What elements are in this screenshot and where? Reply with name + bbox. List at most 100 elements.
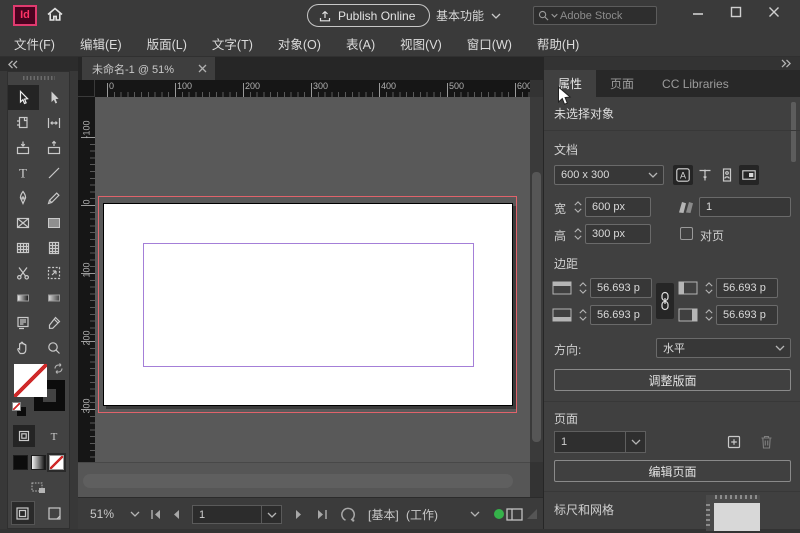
apply-gradient-button[interactable] [31,454,46,470]
panel-scrollbar-thumb[interactable] [791,102,796,162]
horizontal-scrollbar[interactable] [78,462,530,497]
gap-tool-button[interactable] [39,110,70,135]
horizontal-scrollbar-thumb[interactable] [83,474,513,488]
page-select-dropdown[interactable] [625,432,645,452]
text-direction-horizontal-button[interactable]: A [673,165,693,185]
height-field[interactable]: 300 px [585,224,651,244]
orientation-select[interactable]: 水平 [656,338,791,358]
rectangle-tool-button[interactable] [39,210,70,235]
edit-pages-button[interactable]: 编辑页面 [554,460,791,482]
document-tab[interactable]: 未命名-1 @ 51% [82,57,215,80]
tab-pages[interactable]: 页面 [596,70,648,97]
link-margins-button[interactable] [656,283,674,319]
zoom-level-value[interactable]: 51% [90,498,114,530]
view-preview-button[interactable] [43,501,67,525]
width-field[interactable]: 600 px [585,197,651,217]
ruler-origin-corner[interactable] [78,80,95,97]
height-stepper[interactable] [571,224,584,244]
content-collector-tool-button[interactable] [8,135,39,160]
menu-edit[interactable]: 编辑(E) [80,34,122,53]
menu-table[interactable]: 表(A) [346,34,375,53]
first-page-button[interactable] [150,498,162,530]
scissors-tool-button[interactable] [8,260,39,285]
menu-type[interactable]: 文字(T) [212,34,253,53]
margin-bottom-stepper[interactable] [576,305,589,325]
page-count-field[interactable]: 1 [699,197,791,217]
formatting-affects-text-button[interactable]: T [43,425,65,447]
type-tool-button[interactable]: T [8,160,39,185]
tab-close-icon[interactable] [198,64,207,73]
horizontal-ruler[interactable]: 0 100 200 300 400 500 600 [95,80,530,97]
resize-grip[interactable] [527,498,537,530]
page-select[interactable]: 1 [554,431,646,453]
gradient-swatch-tool-button[interactable] [8,285,39,310]
direct-selection-tool-button[interactable] [39,85,70,110]
page-number-field[interactable]: 1 [192,505,282,524]
status-dropdown[interactable] [470,498,480,530]
pen-tool-button[interactable] [8,185,39,210]
document-page[interactable] [103,203,513,406]
rulers-grids-icon[interactable] [704,493,762,533]
margin-left-field[interactable]: 56.693 p [716,278,778,298]
preflight-menu[interactable] [340,498,357,530]
horizontal-grid-tool-button[interactable] [8,235,39,260]
vertical-ruler[interactable]: -100 0 100 200 300 [78,97,95,462]
default-fill-stroke-icon[interactable] [12,402,28,418]
facing-pages-checkbox[interactable] [680,227,693,240]
menu-help[interactable]: 帮助(H) [537,34,579,53]
margin-top-stepper[interactable] [576,278,589,298]
tab-properties[interactable]: 属性 [544,70,597,97]
content-placer-tool-button[interactable] [39,135,70,160]
line-tool-button[interactable] [39,160,70,185]
delete-page-button[interactable] [756,432,776,452]
document-status-label[interactable]: (工作) [406,498,438,530]
next-page-button[interactable] [294,498,303,530]
pencil-tool-button[interactable] [39,185,70,210]
publish-online-button[interactable]: Publish Online [307,4,431,27]
menu-object[interactable]: 对象(O) [278,34,321,53]
view-normal-button[interactable] [10,501,35,525]
page-size-select[interactable]: 600 x 300 [554,165,664,185]
hand-tool-button[interactable] [8,335,39,360]
menu-window[interactable]: 窗口(W) [467,34,512,53]
adjust-layout-button[interactable]: 调整版面 [554,369,791,391]
preflight-status-indicator[interactable] [494,498,523,530]
minimize-button[interactable] [690,4,706,20]
previous-page-button[interactable] [172,498,181,530]
menu-file[interactable]: 文件(F) [14,34,55,53]
zoom-level-dropdown[interactable] [130,498,140,530]
zoom-tool-button[interactable] [39,335,70,360]
tab-cc-libraries[interactable]: CC Libraries [648,70,743,97]
preflight-preset-label[interactable]: [基本] [368,498,399,530]
screen-mode-options[interactable] [8,476,69,498]
vertical-grid-tool-button[interactable] [39,235,70,260]
gradient-feather-tool-button[interactable] [39,285,70,310]
free-transform-tool-button[interactable] [39,260,70,285]
margin-bottom-field[interactable]: 56.693 p [590,305,652,325]
adobe-stock-search[interactable] [533,6,657,25]
swap-fill-stroke-icon[interactable] [52,362,65,375]
margin-right-field[interactable]: 56.693 p [716,305,778,325]
selection-tool-button[interactable] [8,85,39,110]
double-chevron-right-icon[interactable] [781,59,792,68]
add-page-button[interactable] [724,432,744,452]
width-stepper[interactable] [571,197,584,217]
fill-swatch-none[interactable] [14,364,47,397]
vertical-scrollbar-thumb[interactable] [532,172,541,442]
maximize-button[interactable] [728,4,744,20]
page-tool-button[interactable] [8,110,39,135]
workspace-switcher[interactable]: 基本功能 [436,4,501,27]
menu-view[interactable]: 视图(V) [400,34,442,53]
margin-right-stepper[interactable] [702,305,715,325]
margin-left-stepper[interactable] [702,278,715,298]
page-number-dropdown[interactable] [261,506,281,523]
orientation-portrait-button[interactable] [717,165,737,185]
margin-top-field[interactable]: 56.693 p [590,278,652,298]
home-button[interactable] [46,6,64,23]
orientation-landscape-button[interactable] [739,165,759,185]
menu-layout[interactable]: 版面(L) [147,34,187,53]
last-page-button[interactable] [316,498,328,530]
apply-color-button[interactable] [13,454,28,470]
vertical-scrollbar[interactable] [530,97,543,462]
apply-none-button[interactable] [47,452,66,472]
